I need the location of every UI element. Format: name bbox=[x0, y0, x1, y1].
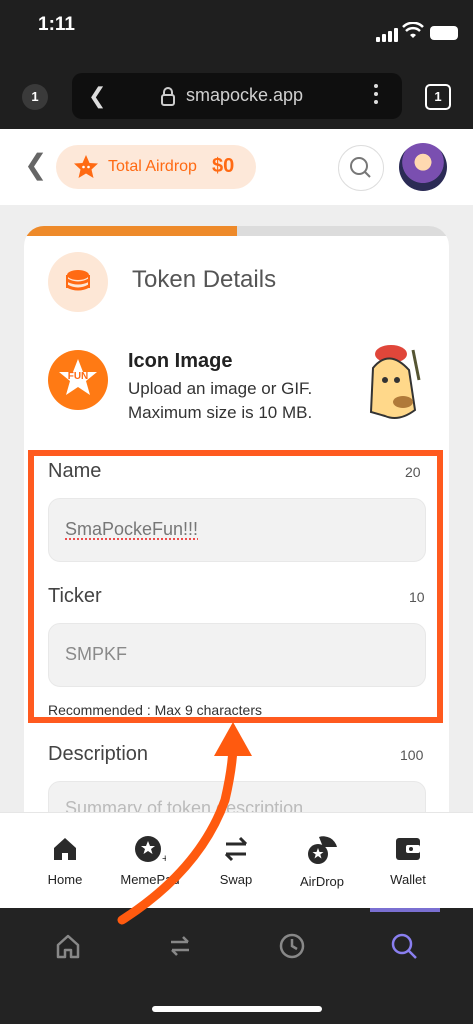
lock-icon bbox=[161, 87, 175, 106]
toolbar-active-indicator bbox=[370, 908, 440, 912]
airdrop-icon bbox=[308, 836, 337, 864]
nav-swap-label: Swap bbox=[219, 872, 253, 887]
home-icon[interactable] bbox=[54, 932, 82, 960]
nav-memepad[interactable]: + MemePad bbox=[110, 835, 190, 887]
search-icon bbox=[350, 157, 371, 178]
browser-back-icon[interactable]: ❮ bbox=[88, 83, 106, 109]
nav-memepad-label: MemePad bbox=[120, 872, 180, 887]
token-logo[interactable]: FUN bbox=[48, 350, 108, 410]
meme-add-icon: + bbox=[135, 836, 168, 865]
nav-home[interactable]: Home bbox=[25, 835, 105, 887]
tab-count-button[interactable]: 1 bbox=[425, 84, 451, 110]
status-bar: 1:11 bbox=[0, 0, 473, 60]
bottom-nav: Home + MemePad Swap AirDrop Wallet bbox=[0, 812, 473, 909]
url-text[interactable]: smapocke.app bbox=[186, 85, 303, 106]
battery-icon bbox=[430, 26, 458, 40]
app-header: ❮ Total Airdrop $0 bbox=[0, 129, 473, 205]
wallet-icon bbox=[396, 838, 420, 860]
swap-arrows-icon bbox=[224, 836, 248, 862]
search-button[interactable] bbox=[338, 145, 384, 191]
total-airdrop-pill[interactable]: Total Airdrop $0 bbox=[56, 145, 256, 189]
icon-image-title: Icon Image bbox=[128, 350, 233, 372]
nav-airdrop[interactable]: AirDrop bbox=[282, 835, 362, 889]
nav-swap[interactable]: Swap bbox=[196, 835, 276, 887]
nav-wallet[interactable]: Wallet bbox=[368, 835, 448, 887]
airdrop-value: $0 bbox=[212, 155, 235, 177]
nav-home-label: Home bbox=[47, 872, 83, 887]
home-indicator bbox=[152, 1006, 322, 1012]
mascot-painter-icon bbox=[369, 345, 421, 419]
airdrop-label: Total Airdrop bbox=[108, 158, 197, 175]
highlight-box bbox=[28, 450, 443, 723]
logo-text: FUN bbox=[68, 371, 89, 382]
section-title: Token Details bbox=[132, 266, 277, 293]
coins-icon bbox=[48, 252, 108, 312]
nav-airdrop-label: AirDrop bbox=[299, 874, 345, 889]
status-time: 1:11 bbox=[38, 14, 75, 35]
search-icon[interactable] bbox=[390, 932, 418, 960]
description-label: Description bbox=[48, 743, 149, 765]
progress-fill bbox=[24, 226, 237, 236]
icon-image-desc-line2: Maximum size is 10 MB. bbox=[128, 403, 313, 422]
history-icon[interactable] bbox=[278, 932, 306, 960]
description-char-limit: 100 bbox=[400, 747, 424, 763]
description-input[interactable]: Summary of token description bbox=[48, 781, 426, 812]
house-icon bbox=[54, 838, 76, 860]
cellular-signal-icon bbox=[376, 28, 398, 42]
avatar[interactable] bbox=[399, 143, 447, 191]
nav-wallet-label: Wallet bbox=[390, 872, 426, 887]
tab-group-badge[interactable]: 1 bbox=[22, 84, 48, 110]
icon-image-description: Upload an image or GIF. Maximum size is … bbox=[128, 377, 312, 425]
star-icon bbox=[74, 155, 98, 178]
wifi-icon bbox=[402, 22, 424, 38]
icon-image-desc-line1: Upload an image or GIF. bbox=[128, 379, 313, 398]
tabs-switch-icon[interactable] bbox=[166, 932, 194, 960]
progress-track bbox=[24, 226, 449, 236]
svg-text:+: + bbox=[162, 853, 166, 863]
description-placeholder: Summary of token description bbox=[65, 798, 304, 812]
back-icon[interactable]: ❮ bbox=[24, 151, 47, 179]
more-options-icon[interactable] bbox=[374, 84, 378, 104]
